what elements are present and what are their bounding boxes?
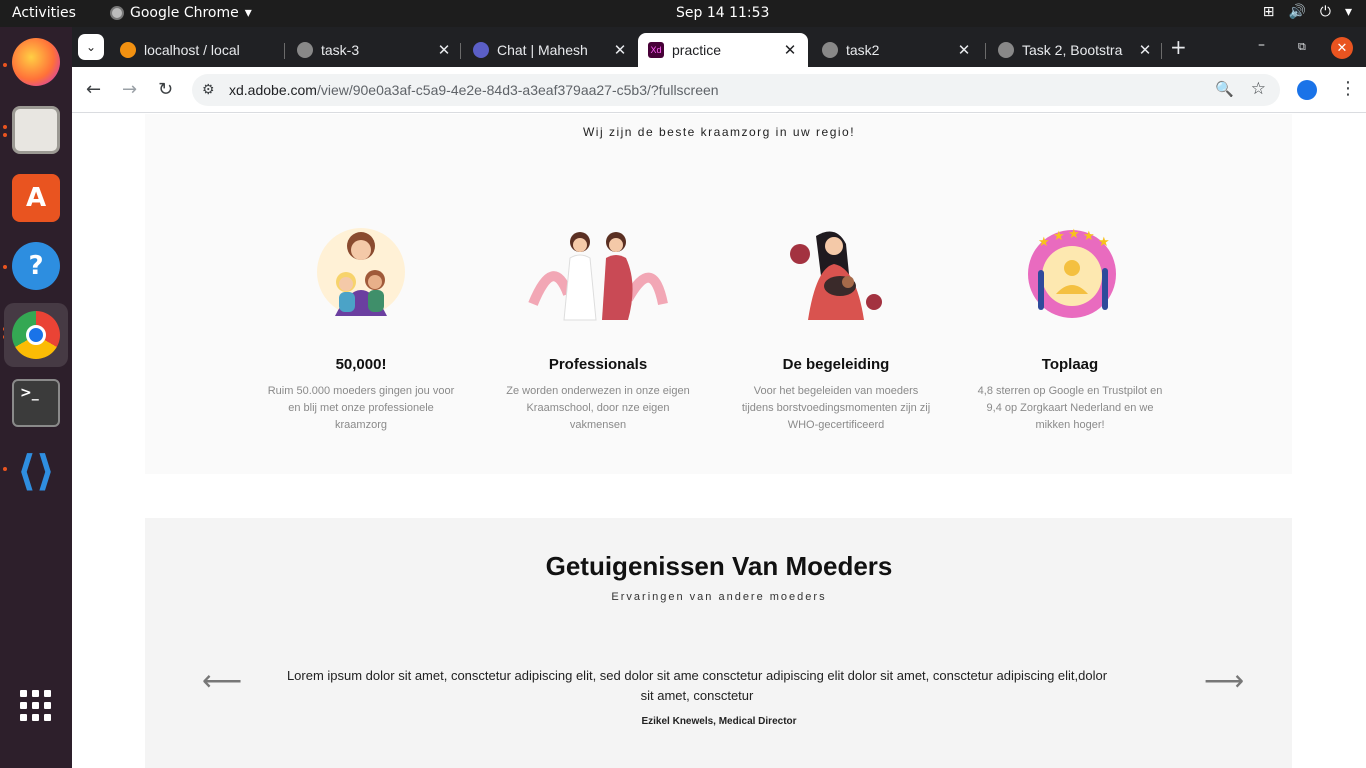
- dock-vscode[interactable]: ⟨⟩: [4, 438, 68, 502]
- testimonial-quote: Lorem ipsum dolor sit amet, consctetur a…: [286, 668, 1108, 703]
- tab-task-2-bootstrap[interactable]: Task 2, Bootstra ✕: [988, 33, 1163, 67]
- chrome-tab-strip: ⌄ localhost / local task-3 ✕ Chat | Mahe…: [72, 27, 1366, 67]
- globe-icon: [998, 42, 1014, 58]
- svg-text:★: ★: [1098, 234, 1110, 249]
- system-tray[interactable]: ⊞ 🔊 ⏻ ▾: [1263, 4, 1352, 20]
- system-top-bar: Activities Google Chrome ▾ Sep 14 11:53 …: [0, 0, 1366, 27]
- svg-text:★: ★: [1038, 234, 1050, 249]
- zoom-icon[interactable]: 🔍: [1215, 80, 1234, 98]
- tab-title: Task 2, Bootstra: [1022, 42, 1123, 58]
- testimonial-author: Ezikel Knewels, Medical Director: [641, 716, 797, 727]
- chrome-menu-button[interactable]: ⋮: [1339, 78, 1357, 99]
- power-icon: ⏻: [1319, 4, 1331, 20]
- close-icon[interactable]: ✕: [1135, 41, 1155, 59]
- tab-task-3[interactable]: task-3 ✕: [287, 33, 462, 67]
- tab-search-button[interactable]: ⌄: [78, 34, 104, 60]
- svg-text:★: ★: [1068, 226, 1080, 241]
- feature-card: Professionals Ze worden onderwezen in on…: [498, 224, 698, 434]
- address-bar[interactable]: ⚙ xd.adobe.com/view/90e0a3af-c5a9-4e2e-8…: [192, 74, 1280, 106]
- reload-button[interactable]: ↻: [158, 79, 173, 100]
- feature-title: De begeleiding: [782, 356, 890, 373]
- dock-firefox[interactable]: [4, 30, 68, 94]
- activities-button[interactable]: Activities: [12, 5, 76, 21]
- vscode-icon: ⟨⟩: [16, 445, 56, 495]
- arrow-left-icon[interactable]: ⟵: [202, 664, 242, 697]
- tab-title: task-3: [321, 42, 360, 58]
- dock-files[interactable]: [4, 98, 68, 162]
- chevron-down-icon: ▾: [1344, 4, 1352, 20]
- dock-help[interactable]: ?: [4, 234, 68, 298]
- close-icon[interactable]: ✕: [610, 41, 630, 59]
- globe-icon: [297, 42, 313, 58]
- tab-chat[interactable]: Chat | Mahesh ✕: [463, 33, 638, 67]
- section-subtitle: Wij zijn de beste kraamzorg in uw regio!: [582, 125, 856, 139]
- chrome-small-icon: [110, 6, 124, 20]
- dock-chrome[interactable]: [4, 303, 68, 367]
- bookmark-star-icon[interactable]: ☆: [1251, 79, 1266, 99]
- chrome-icon: [12, 311, 60, 359]
- rating-stars-illustration: ★ ★ ★ ★ ★: [1020, 224, 1120, 324]
- network-icon: ⊞: [1262, 4, 1275, 20]
- help-icon: ?: [12, 242, 60, 290]
- feature-card: 50,000! Ruim 50.000 moeders gingen jou v…: [261, 224, 461, 434]
- dock-app-center[interactable]: A: [4, 166, 68, 230]
- app-center-icon: A: [12, 174, 60, 222]
- page-viewport: Wij zijn de beste kraamzorg in uw regio!…: [72, 114, 1366, 768]
- chevron-down-icon: ⌄: [85, 40, 97, 54]
- feature-card: ★ ★ ★ ★ ★ Toplaag 4,8 sterren op Google …: [970, 224, 1170, 434]
- back-button[interactable]: ←: [86, 79, 101, 100]
- app-menu-label: Google Chrome: [130, 5, 239, 21]
- dock-terminal[interactable]: >_: [4, 371, 68, 435]
- feature-text: Voor het begeleiden van moeders tijdens …: [741, 385, 931, 431]
- forward-button[interactable]: →: [122, 79, 137, 100]
- maximize-button[interactable]: ⧉: [1298, 40, 1306, 54]
- globe-icon: [822, 42, 838, 58]
- close-icon[interactable]: ✕: [434, 41, 454, 59]
- testimonials-title: Getuigenissen Van Moeders: [545, 551, 893, 581]
- tab-task2[interactable]: task2 ✕: [812, 33, 982, 67]
- svg-text:★: ★: [1053, 228, 1065, 243]
- teams-icon: [473, 42, 489, 58]
- firefox-icon: [12, 38, 60, 86]
- phpmyadmin-icon: [120, 42, 136, 58]
- tab-title: Chat | Mahesh: [497, 42, 588, 58]
- app-menu[interactable]: Google Chrome ▾: [110, 5, 252, 21]
- profile-avatar[interactable]: [1297, 80, 1317, 100]
- chevron-down-icon: ▾: [244, 5, 252, 21]
- adobe-xd-icon: Xd: [648, 42, 664, 58]
- feature-text: Ze worden onderwezen in onze eigen Kraam…: [506, 385, 690, 431]
- new-tab-button[interactable]: +: [1170, 35, 1187, 59]
- mother-children-illustration: [311, 224, 411, 324]
- feature-title: 50,000!: [335, 356, 387, 373]
- tab-localhost[interactable]: localhost / local: [110, 33, 280, 67]
- arrow-right-icon[interactable]: ⟶: [1204, 664, 1244, 697]
- tab-title: practice: [672, 42, 722, 58]
- clock[interactable]: Sep 14 11:53: [676, 5, 769, 21]
- svg-text:★: ★: [1083, 228, 1095, 243]
- close-window-button[interactable]: ✕: [1331, 37, 1353, 59]
- volume-icon: 🔊: [1288, 4, 1306, 20]
- chrome-toolbar: ← → ↻ ⚙ xd.adobe.com/view/90e0a3af-c5a9-…: [72, 67, 1366, 113]
- feature-text: 4,8 sterren op Google en Trustpilot en 9…: [977, 385, 1163, 431]
- terminal-icon: >_: [12, 379, 60, 427]
- feature-card: De begeleiding Voor het begeleiden van m…: [736, 224, 936, 434]
- minimize-button[interactable]: –: [1258, 37, 1265, 53]
- close-icon[interactable]: ✕: [780, 41, 800, 59]
- feature-title: Toplaag: [1041, 356, 1099, 373]
- testimonials-subtitle: Ervaringen van andere moeders: [611, 591, 827, 603]
- tab-title: localhost / local: [144, 42, 240, 58]
- breastfeeding-illustration: [786, 224, 886, 324]
- feature-title: Professionals: [548, 356, 648, 373]
- close-icon[interactable]: ✕: [954, 41, 974, 59]
- show-apps-icon[interactable]: [20, 690, 52, 722]
- nurse-pregnant-illustration: [528, 224, 668, 324]
- dock: A ? >_ ⟨⟩: [0, 27, 72, 768]
- feature-text: Ruim 50.000 moeders gingen jou voor en b…: [267, 385, 455, 431]
- tab-title: task2: [846, 42, 880, 58]
- url-text: xd.adobe.com/view/90e0a3af-c5a9-4e2e-84d…: [229, 82, 719, 98]
- tab-practice[interactable]: Xd practice ✕: [638, 33, 808, 67]
- site-info-icon[interactable]: ⚙: [202, 81, 215, 98]
- files-icon: [12, 106, 60, 154]
